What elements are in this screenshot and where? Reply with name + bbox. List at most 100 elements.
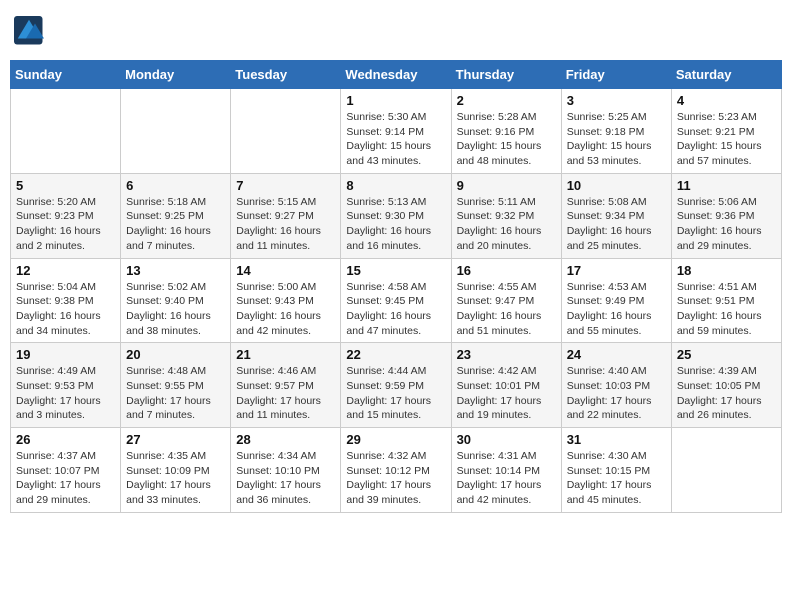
calendar-cell: 22 Sunrise: 4:44 AM Sunset: 9:59 PM Dayli… — [341, 343, 451, 428]
calendar-cell: 18 Sunrise: 4:51 AM Sunset: 9:51 PM Dayli… — [671, 258, 781, 343]
day-number: 7 — [236, 178, 335, 193]
day-info: Sunrise: 5:25 AM Sunset: 9:18 PM Dayligh… — [567, 110, 666, 169]
weekday-header-friday: Friday — [561, 61, 671, 89]
day-number: 3 — [567, 93, 666, 108]
day-number: 22 — [346, 347, 445, 362]
day-info: Sunrise: 4:53 AM Sunset: 9:49 PM Dayligh… — [567, 280, 666, 339]
calendar-cell — [671, 428, 781, 513]
day-info: Sunrise: 4:39 AM Sunset: 10:05 PM Daylig… — [677, 364, 776, 423]
day-info: Sunrise: 4:51 AM Sunset: 9:51 PM Dayligh… — [677, 280, 776, 339]
day-info: Sunrise: 5:23 AM Sunset: 9:21 PM Dayligh… — [677, 110, 776, 169]
day-number: 2 — [457, 93, 556, 108]
weekday-header-tuesday: Tuesday — [231, 61, 341, 89]
calendar-week-row: 26 Sunrise: 4:37 AM Sunset: 10:07 PM Dayl… — [11, 428, 782, 513]
day-info: Sunrise: 4:40 AM Sunset: 10:03 PM Daylig… — [567, 364, 666, 423]
weekday-header-monday: Monday — [121, 61, 231, 89]
day-number: 16 — [457, 263, 556, 278]
day-number: 31 — [567, 432, 666, 447]
calendar-cell: 16 Sunrise: 4:55 AM Sunset: 9:47 PM Dayli… — [451, 258, 561, 343]
calendar-cell: 25 Sunrise: 4:39 AM Sunset: 10:05 PM Dayl… — [671, 343, 781, 428]
day-number: 9 — [457, 178, 556, 193]
calendar-cell: 14 Sunrise: 5:00 AM Sunset: 9:43 PM Dayli… — [231, 258, 341, 343]
day-info: Sunrise: 5:08 AM Sunset: 9:34 PM Dayligh… — [567, 195, 666, 254]
day-info: Sunrise: 5:00 AM Sunset: 9:43 PM Dayligh… — [236, 280, 335, 339]
calendar-cell: 28 Sunrise: 4:34 AM Sunset: 10:10 PM Dayl… — [231, 428, 341, 513]
day-info: Sunrise: 4:58 AM Sunset: 9:45 PM Dayligh… — [346, 280, 445, 339]
calendar-cell: 10 Sunrise: 5:08 AM Sunset: 9:34 PM Dayli… — [561, 173, 671, 258]
calendar-table: SundayMondayTuesdayWednesdayThursdayFrid… — [10, 60, 782, 513]
day-number: 11 — [677, 178, 776, 193]
day-info: Sunrise: 4:35 AM Sunset: 10:09 PM Daylig… — [126, 449, 225, 508]
day-number: 5 — [16, 178, 115, 193]
day-info: Sunrise: 5:11 AM Sunset: 9:32 PM Dayligh… — [457, 195, 556, 254]
day-number: 27 — [126, 432, 225, 447]
day-number: 20 — [126, 347, 225, 362]
day-info: Sunrise: 5:18 AM Sunset: 9:25 PM Dayligh… — [126, 195, 225, 254]
calendar-cell — [11, 89, 121, 174]
logo-icon — [14, 16, 44, 46]
day-number: 10 — [567, 178, 666, 193]
calendar-cell: 30 Sunrise: 4:31 AM Sunset: 10:14 PM Dayl… — [451, 428, 561, 513]
day-info: Sunrise: 4:48 AM Sunset: 9:55 PM Dayligh… — [126, 364, 225, 423]
calendar-week-row: 5 Sunrise: 5:20 AM Sunset: 9:23 PM Daylig… — [11, 173, 782, 258]
day-info: Sunrise: 4:42 AM Sunset: 10:01 PM Daylig… — [457, 364, 556, 423]
day-number: 25 — [677, 347, 776, 362]
weekday-header-sunday: Sunday — [11, 61, 121, 89]
calendar-cell: 2 Sunrise: 5:28 AM Sunset: 9:16 PM Daylig… — [451, 89, 561, 174]
day-info: Sunrise: 5:20 AM Sunset: 9:23 PM Dayligh… — [16, 195, 115, 254]
day-number: 6 — [126, 178, 225, 193]
day-info: Sunrise: 5:13 AM Sunset: 9:30 PM Dayligh… — [346, 195, 445, 254]
calendar-cell: 11 Sunrise: 5:06 AM Sunset: 9:36 PM Dayli… — [671, 173, 781, 258]
calendar-cell: 29Sunrise: 4:32 AM Sunset: 10:12 PM Dayl… — [341, 428, 451, 513]
calendar-cell: 9 Sunrise: 5:11 AM Sunset: 9:32 PM Daylig… — [451, 173, 561, 258]
day-number: 8 — [346, 178, 445, 193]
day-info: Sunrise: 5:04 AM Sunset: 9:38 PM Dayligh… — [16, 280, 115, 339]
calendar-cell: 3 Sunrise: 5:25 AM Sunset: 9:18 PM Daylig… — [561, 89, 671, 174]
logo — [14, 16, 46, 46]
day-number: 30 — [457, 432, 556, 447]
calendar-cell: 27 Sunrise: 4:35 AM Sunset: 10:09 PM Dayl… — [121, 428, 231, 513]
day-info: Sunrise: 4:30 AM Sunset: 10:15 PM Daylig… — [567, 449, 666, 508]
day-info: Sunrise: 4:31 AM Sunset: 10:14 PM Daylig… — [457, 449, 556, 508]
day-number: 18 — [677, 263, 776, 278]
calendar-cell: 15 Sunrise: 4:58 AM Sunset: 9:45 PM Dayli… — [341, 258, 451, 343]
day-info: Sunrise: 4:44 AM Sunset: 9:59 PM Dayligh… — [346, 364, 445, 423]
calendar-cell: 13Sunrise: 5:02 AM Sunset: 9:40 PM Dayli… — [121, 258, 231, 343]
day-number: 26 — [16, 432, 115, 447]
calendar-cell: 19Sunrise: 4:49 AM Sunset: 9:53 PM Dayli… — [11, 343, 121, 428]
day-info: Sunrise: 5:06 AM Sunset: 9:36 PM Dayligh… — [677, 195, 776, 254]
day-number: 28 — [236, 432, 335, 447]
weekday-header-thursday: Thursday — [451, 61, 561, 89]
calendar-week-row: 1 Sunrise: 5:30 AM Sunset: 9:14 PM Daylig… — [11, 89, 782, 174]
calendar-cell — [231, 89, 341, 174]
day-info: Sunrise: 5:28 AM Sunset: 9:16 PM Dayligh… — [457, 110, 556, 169]
calendar-cell: 7 Sunrise: 5:15 AM Sunset: 9:27 PM Daylig… — [231, 173, 341, 258]
calendar-cell — [121, 89, 231, 174]
day-number: 12 — [16, 263, 115, 278]
day-info: Sunrise: 4:32 AM Sunset: 10:12 PM Daylig… — [346, 449, 445, 508]
day-number: 17 — [567, 263, 666, 278]
calendar-week-row: 12 Sunrise: 5:04 AM Sunset: 9:38 PM Dayli… — [11, 258, 782, 343]
day-number: 15 — [346, 263, 445, 278]
weekday-header-saturday: Saturday — [671, 61, 781, 89]
calendar-week-row: 19Sunrise: 4:49 AM Sunset: 9:53 PM Dayli… — [11, 343, 782, 428]
day-info: Sunrise: 4:55 AM Sunset: 9:47 PM Dayligh… — [457, 280, 556, 339]
calendar-cell: 31 Sunrise: 4:30 AM Sunset: 10:15 PM Dayl… — [561, 428, 671, 513]
calendar-cell: 1 Sunrise: 5:30 AM Sunset: 9:14 PM Daylig… — [341, 89, 451, 174]
page-header — [10, 10, 782, 52]
day-number: 4 — [677, 93, 776, 108]
weekday-header-wednesday: Wednesday — [341, 61, 451, 89]
calendar-cell: 21Sunrise: 4:46 AM Sunset: 9:57 PM Dayli… — [231, 343, 341, 428]
day-info: Sunrise: 5:30 AM Sunset: 9:14 PM Dayligh… — [346, 110, 445, 169]
day-info: Sunrise: 4:37 AM Sunset: 10:07 PM Daylig… — [16, 449, 115, 508]
day-info: Sunrise: 5:15 AM Sunset: 9:27 PM Dayligh… — [236, 195, 335, 254]
calendar-cell: 12 Sunrise: 5:04 AM Sunset: 9:38 PM Dayli… — [11, 258, 121, 343]
calendar-cell: 4 Sunrise: 5:23 AM Sunset: 9:21 PM Daylig… — [671, 89, 781, 174]
calendar-cell: 23Sunrise: 4:42 AM Sunset: 10:01 PM Dayl… — [451, 343, 561, 428]
day-number: 1 — [346, 93, 445, 108]
day-number: 24 — [567, 347, 666, 362]
day-number: 14 — [236, 263, 335, 278]
day-info: Sunrise: 4:34 AM Sunset: 10:10 PM Daylig… — [236, 449, 335, 508]
day-number: 13 — [126, 263, 225, 278]
day-number: 21 — [236, 347, 335, 362]
